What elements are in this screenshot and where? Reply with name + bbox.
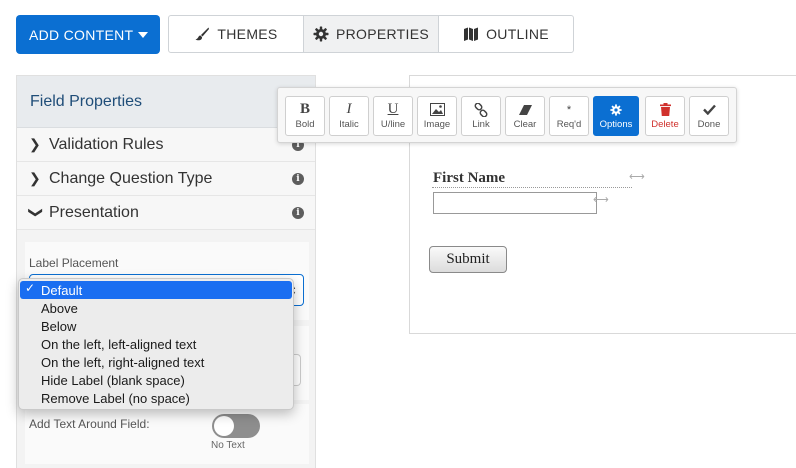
gear-icon xyxy=(610,101,622,118)
add-text-toggle[interactable] xyxy=(212,414,260,438)
add-text-around-field-label: Add Text Around Field: xyxy=(29,417,150,431)
button-label: Done xyxy=(697,119,721,130)
info-icon[interactable]: i xyxy=(292,207,304,219)
add-content-button[interactable]: ADD CONTENT xyxy=(16,15,160,54)
tab-outline[interactable]: OUTLINE xyxy=(439,16,573,52)
button-label: Delete xyxy=(651,119,679,130)
underline-icon: U xyxy=(387,101,399,117)
option-label: Default xyxy=(41,282,83,298)
section-presentation[interactable]: ❯ Presentation i xyxy=(17,196,315,230)
option-label: On the left, right-aligned text xyxy=(41,354,205,370)
clear-button[interactable]: Clear xyxy=(505,96,545,136)
asterisk-icon: * xyxy=(566,103,572,116)
option-hide-label[interactable]: Hide Label (blank space) xyxy=(20,371,292,389)
done-button[interactable]: Done xyxy=(689,96,729,136)
button-label: Options xyxy=(599,119,633,130)
chevron-right-icon: ❯ xyxy=(29,136,41,152)
tab-themes-label: THEMES xyxy=(217,26,278,42)
checkmark-icon xyxy=(702,101,716,118)
option-left-right-aligned[interactable]: On the left, right-aligned text xyxy=(20,353,292,371)
editor-tabs: THEMES PROPERTIES OUTLINE xyxy=(168,15,574,53)
link-button[interactable]: Link xyxy=(461,96,501,136)
toggle-state-text: No Text xyxy=(211,440,245,451)
italic-button[interactable]: I Italic xyxy=(329,96,369,136)
required-button[interactable]: * Req'd xyxy=(549,96,589,136)
info-icon[interactable]: i xyxy=(292,173,304,185)
image-icon xyxy=(429,101,445,118)
option-remove-label[interactable]: Remove Label (no space) xyxy=(20,389,292,407)
resize-handle-icon[interactable]: ⟷ xyxy=(629,170,645,183)
option-below[interactable]: Below xyxy=(20,317,292,335)
eraser-icon xyxy=(518,101,533,118)
add-content-label: ADD CONTENT xyxy=(29,26,134,43)
section-label: Presentation xyxy=(49,203,139,221)
add-text-group xyxy=(25,404,309,464)
bold-icon: B xyxy=(299,101,310,117)
label-placement-label: Label Placement xyxy=(29,256,119,270)
button-label: Bold xyxy=(295,119,315,130)
label-underline xyxy=(432,187,632,188)
panel-title: Field Properties xyxy=(17,76,315,128)
label-placement-dropdown: ✓ Default Above Below On the left, left-… xyxy=(18,278,294,410)
button-label: Req'd xyxy=(556,119,582,130)
tab-properties[interactable]: PROPERTIES xyxy=(304,16,439,52)
option-default[interactable]: ✓ Default xyxy=(20,281,292,299)
tab-properties-label: PROPERTIES xyxy=(336,26,429,42)
section-validation-rules[interactable]: ❯ Validation Rules i xyxy=(17,128,315,162)
section-label: Validation Rules xyxy=(49,135,164,153)
gear-icon xyxy=(313,26,329,42)
tab-outline-label: OUTLINE xyxy=(486,26,549,42)
options-button[interactable]: Options xyxy=(593,96,639,136)
field-label-first-name[interactable]: First Name xyxy=(433,170,505,187)
first-name-input[interactable] xyxy=(433,192,597,214)
button-label: Image xyxy=(423,119,451,130)
chevron-right-icon: ❯ xyxy=(29,170,41,186)
format-toolbar: B Bold I Italic U U/line Image Link Clea… xyxy=(277,87,737,143)
link-icon xyxy=(474,101,488,118)
resize-handle-icon[interactable]: ⟷ xyxy=(593,193,609,206)
option-label: Hide Label (blank space) xyxy=(41,372,185,388)
submit-button[interactable]: Submit xyxy=(429,246,507,273)
italic-icon: I xyxy=(346,101,352,117)
option-label: Below xyxy=(41,318,77,334)
underline-button[interactable]: U U/line xyxy=(373,96,413,136)
image-button[interactable]: Image xyxy=(417,96,457,136)
brush-icon xyxy=(195,27,210,41)
option-label: Above xyxy=(41,300,78,316)
toggle-knob xyxy=(214,416,234,436)
option-left-left-aligned[interactable]: On the left, left-aligned text xyxy=(20,335,292,353)
option-above[interactable]: Above xyxy=(20,299,292,317)
button-label: U/line xyxy=(380,119,406,130)
checkmark-icon: ✓ xyxy=(25,281,36,295)
caret-down-icon xyxy=(138,32,148,38)
trash-icon xyxy=(659,101,671,118)
section-label: Change Question Type xyxy=(49,169,213,187)
option-label: Remove Label (no space) xyxy=(41,390,190,406)
button-label: Italic xyxy=(339,119,359,130)
button-label: Clear xyxy=(513,119,537,130)
bold-button[interactable]: B Bold xyxy=(285,96,325,136)
map-icon xyxy=(464,27,479,41)
tab-themes[interactable]: THEMES xyxy=(169,16,304,52)
option-label: On the left, left-aligned text xyxy=(41,336,197,352)
delete-button[interactable]: Delete xyxy=(645,96,685,136)
chevron-down-icon: ❯ xyxy=(28,206,45,219)
button-label: Link xyxy=(472,119,490,130)
section-change-question-type[interactable]: ❯ Change Question Type i xyxy=(17,162,315,196)
